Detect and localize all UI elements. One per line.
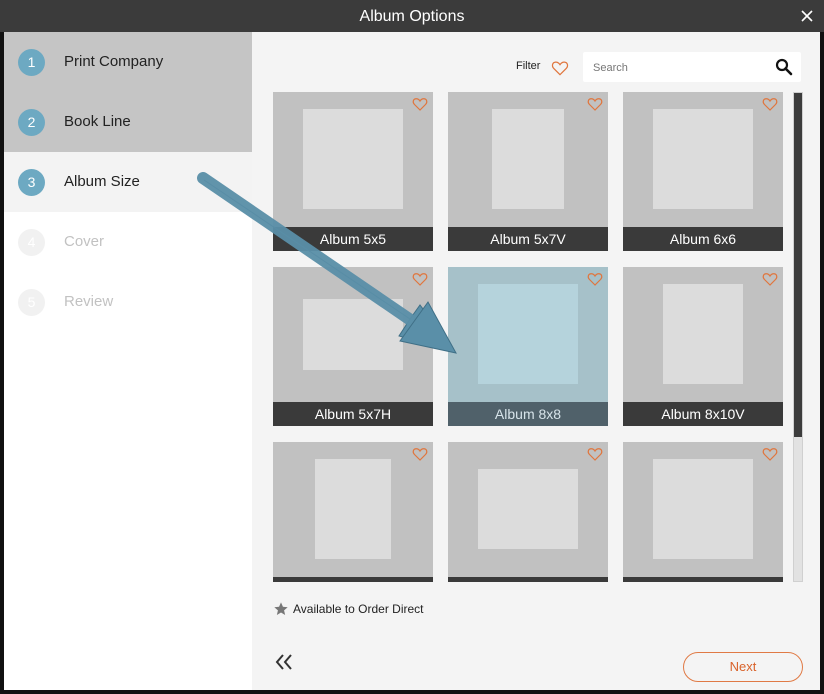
search-box [583, 52, 801, 84]
search-input[interactable] [591, 52, 765, 84]
album-card-5x7v[interactable]: Album 5x7V [448, 92, 608, 251]
step-album-size[interactable]: 3 Album Size [4, 152, 252, 212]
favorite-heart-icon[interactable] [411, 95, 429, 113]
album-label: Album 5x7V [448, 227, 608, 251]
search-icon[interactable] [775, 58, 793, 76]
step-label: Book Line [64, 113, 131, 130]
album-thumbnail [303, 109, 403, 209]
favorite-heart-icon[interactable] [761, 445, 779, 463]
step-number: 1 [18, 49, 45, 76]
step-label: Print Company [64, 53, 164, 70]
step-label: Album Size [64, 173, 140, 190]
favorite-heart-icon[interactable] [586, 445, 604, 463]
album-card-6x6[interactable]: Album 6x6 [623, 92, 783, 251]
album-thumbnail [303, 299, 403, 370]
album-card-5x7h[interactable]: Album 5x7H [273, 267, 433, 426]
filter-label: Filter [516, 60, 541, 72]
album-label: Album 5x7H [273, 402, 433, 426]
favorites-filter-heart-icon[interactable] [550, 58, 570, 78]
step-review: 5 Review [4, 272, 252, 332]
album-thumbnail [492, 109, 564, 209]
album-card-8x10v[interactable]: Album 8x10V [623, 267, 783, 426]
album-card[interactable] [273, 442, 433, 582]
album-thumbnail [663, 284, 743, 384]
album-card[interactable] [448, 442, 608, 582]
favorite-heart-icon[interactable] [411, 270, 429, 288]
album-size-grid: Album 5x5 Album 5x7V Album 6x6 Album 5x7… [273, 92, 785, 582]
favorite-heart-icon[interactable] [586, 270, 604, 288]
album-label [623, 577, 783, 582]
step-number: 2 [18, 109, 45, 136]
step-print-company[interactable]: 1 Print Company [4, 32, 252, 92]
favorite-heart-icon[interactable] [411, 445, 429, 463]
album-thumbnail [653, 459, 753, 559]
favorite-heart-icon[interactable] [761, 270, 779, 288]
star-icon [274, 602, 288, 615]
album-label: Album 8x10V [623, 402, 783, 426]
step-book-line[interactable]: 2 Book Line [4, 92, 252, 152]
step-number: 3 [18, 169, 45, 196]
album-label [273, 577, 433, 582]
favorite-heart-icon[interactable] [761, 95, 779, 113]
step-number: 5 [18, 289, 45, 316]
album-thumbnail [653, 109, 753, 209]
album-options-dialog: Album Options 1 Print Company 2 Book Lin… [0, 0, 824, 694]
album-thumbnail [478, 469, 578, 549]
step-label: Cover [64, 233, 105, 250]
album-card-5x5[interactable]: Album 5x5 [273, 92, 433, 251]
album-label: Album 5x5 [273, 227, 433, 251]
album-card[interactable] [623, 442, 783, 582]
album-label: Album 6x6 [623, 227, 783, 251]
title-bar: Album Options [0, 0, 824, 32]
steps-sidebar: 1 Print Company 2 Book Line 3 Album Size… [4, 32, 252, 690]
close-icon[interactable] [798, 7, 816, 25]
album-label [448, 577, 608, 582]
favorite-heart-icon[interactable] [586, 95, 604, 113]
next-button[interactable]: Next [683, 652, 803, 682]
step-cover: 4 Cover [4, 212, 252, 272]
double-chevron-left-icon[interactable] [274, 652, 294, 672]
album-thumbnail [478, 284, 578, 384]
album-thumbnail [315, 459, 391, 559]
grid-scrollbar[interactable] [793, 92, 803, 582]
step-label: Review [64, 293, 114, 310]
album-card-8x8[interactable]: Album 8x8 [448, 267, 608, 426]
dialog-title: Album Options [359, 8, 465, 25]
album-label: Album 8x8 [448, 402, 608, 426]
scrollbar-thumb[interactable] [794, 93, 802, 437]
album-size-panel: Filter Album 5x5 Album 5x7V [252, 32, 820, 690]
step-number: 4 [18, 229, 45, 256]
legend-text: Available to Order Direct [293, 602, 424, 616]
